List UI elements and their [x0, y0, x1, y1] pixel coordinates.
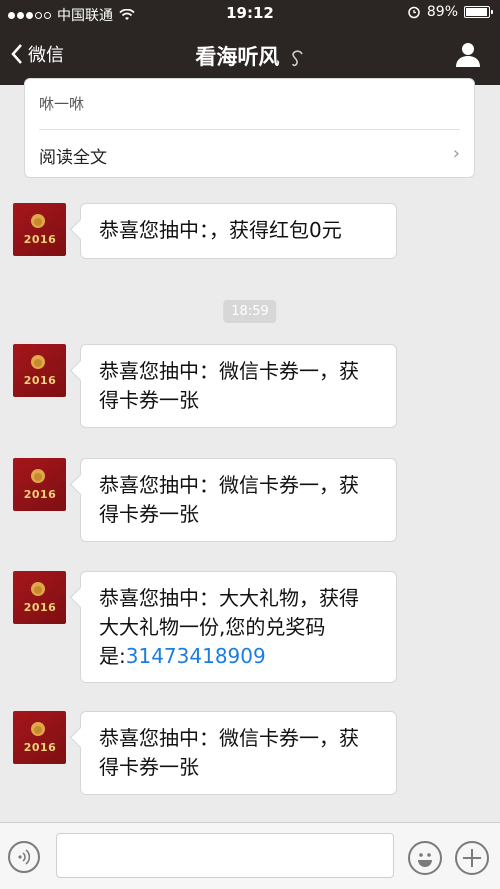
- avatar-year: 2016: [23, 488, 57, 501]
- timestamp: 18:59: [223, 300, 277, 323]
- message-bubble[interactable]: 恭喜您抽中：微信卡券一，获得卡券一张: [80, 711, 397, 795]
- add-button[interactable]: [455, 841, 489, 875]
- message-text: 恭喜您抽中：微信卡券一，获得卡券一张: [99, 726, 359, 779]
- avatar-year: 2016: [23, 233, 57, 246]
- chat-title: 看海听风: [0, 41, 500, 71]
- battery-percent: 89%: [426, 4, 458, 20]
- avatar-year: 2016: [23, 741, 57, 754]
- message-text: 恭喜您抽中：微信卡券一，获得卡券一张: [99, 473, 359, 526]
- plus-icon: [463, 849, 481, 867]
- avatar[interactable]: 2016: [13, 203, 66, 256]
- voice-icon: [18, 849, 31, 865]
- read-more-link[interactable]: 阅读全文: [39, 143, 107, 168]
- status-bar: 中国联通 19:12 89%: [0, 0, 500, 28]
- message-bubble[interactable]: 恭喜您抽中：微信卡券一，获得卡券一张: [80, 458, 397, 542]
- article-excerpt: 咻一咻: [39, 95, 85, 113]
- profile-icon[interactable]: [454, 40, 482, 68]
- status-right: 89%: [407, 4, 493, 20]
- avatar-year: 2016: [23, 374, 57, 387]
- message-text: 恭喜您抽中：微信卡券一，获得卡券一张: [99, 359, 359, 412]
- smiley-icon: [418, 853, 432, 867]
- chevron-right-icon: ›: [452, 143, 460, 164]
- top-bar: 中国联通 19:12 89% 微信 看海听风: [0, 0, 500, 85]
- ear-icon: [291, 50, 303, 67]
- battery-icon: [464, 6, 493, 18]
- avatar[interactable]: 2016: [13, 711, 66, 764]
- avatar[interactable]: 2016: [13, 458, 66, 511]
- avatar[interactable]: 2016: [13, 344, 66, 397]
- card-divider: [39, 129, 460, 130]
- article-card[interactable]: 咻一咻 阅读全文 ›: [24, 78, 475, 178]
- message-bubble[interactable]: 恭喜您抽中：大大礼物，获得大大礼物一份,您的兑奖码是:31473418909: [80, 571, 397, 683]
- message-input[interactable]: [56, 833, 394, 878]
- message-bubble[interactable]: 恭喜您抽中：，获得红包0元: [80, 203, 397, 259]
- avatar[interactable]: 2016: [13, 571, 66, 624]
- chat-title-text: 看海听风: [195, 45, 280, 69]
- message-bubble[interactable]: 恭喜您抽中：微信卡券一，获得卡券一张: [80, 344, 397, 428]
- redeem-code-link[interactable]: 31473418909: [126, 644, 266, 668]
- voice-button[interactable]: [8, 841, 40, 873]
- avatar-year: 2016: [23, 601, 57, 614]
- emoji-button[interactable]: [408, 841, 442, 875]
- nav-bar: 微信 看海听风: [0, 28, 500, 85]
- input-bar: [0, 822, 500, 889]
- alarm-icon: [408, 6, 420, 19]
- message-text: 恭喜您抽中：，获得红包0元: [99, 218, 342, 242]
